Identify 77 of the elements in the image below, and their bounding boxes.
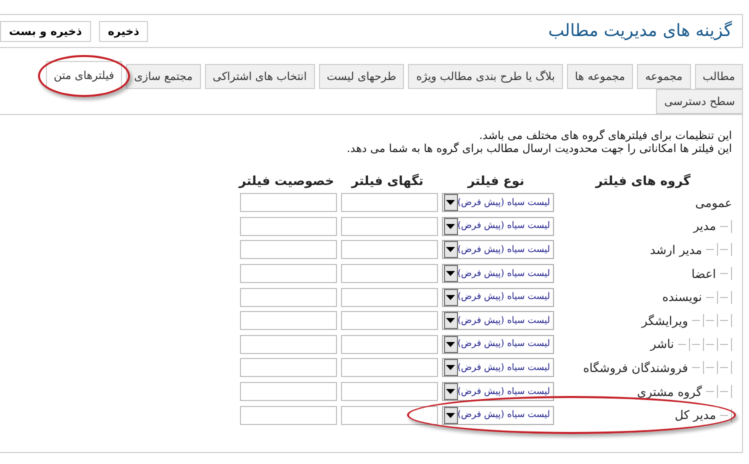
filter-type-dropdown[interactable]: لیست سیاه (پیش فرض) <box>442 311 554 330</box>
tree-connector-drawing <box>718 220 732 233</box>
tree-connector-drawing <box>690 314 732 328</box>
filter-type-dropdown[interactable]: لیست سیاه (پیش فرض) <box>442 334 554 354</box>
tab[interactable]: طرحهای لیست <box>318 64 404 89</box>
filter-type-dropdown[interactable]: لیست سیاه (پیش فرض) <box>442 264 554 284</box>
caret-icon <box>444 194 458 212</box>
filter-tags-field[interactable] <box>341 334 438 354</box>
group-name: نویسنده <box>662 290 702 304</box>
filter-type-dropdown[interactable]: لیست سیاه (پیش فرض) <box>442 406 554 425</box>
group-name: ویرایشگر <box>642 314 688 328</box>
filter-tags-field[interactable] <box>341 311 438 330</box>
tree-connector-drawing <box>718 267 732 280</box>
filter-type-dropdown[interactable]: لیست سیاه (پیش فرض) <box>442 382 554 402</box>
group-name: اعضا <box>691 266 716 281</box>
caret-icon <box>444 218 458 235</box>
tree-connector-drawing <box>690 361 732 374</box>
group-name: مدیر کل <box>674 408 716 422</box>
filter-tags-field[interactable] <box>341 240 438 260</box>
tab[interactable]: مجتمع سازی <box>126 64 201 89</box>
tree-connector-drawing <box>676 338 732 351</box>
filter-type-dropdown[interactable]: لیست سیاه (پیش فرض) <box>442 288 554 307</box>
filter-attributes-field[interactable] <box>240 193 337 212</box>
tab[interactable]: مجموعه <box>637 64 691 89</box>
filter-tags-field[interactable] <box>341 193 438 212</box>
filter-tags-field[interactable] <box>341 358 438 378</box>
caret-icon <box>444 265 458 282</box>
filter-attributes-field[interactable] <box>240 382 337 402</box>
caret-icon <box>444 288 458 306</box>
filter-tags-field[interactable] <box>341 216 438 236</box>
page-title: گزینه های مدیریت مطالب <box>548 21 732 41</box>
group-name: فروشندگان فروشگاه <box>583 360 688 375</box>
group-name: گروه مشتری <box>637 384 702 399</box>
filter-attributes-field[interactable] <box>240 358 337 378</box>
tree-connector-drawing <box>718 408 732 422</box>
group-name: ناشر <box>650 337 674 352</box>
tab[interactable]: بلاگ یا طرح بندی مطالب ویژه <box>408 64 563 89</box>
column-header: گروه های فیلتر <box>594 172 692 188</box>
caret-icon <box>444 406 458 424</box>
filter-attributes-field[interactable] <box>240 240 337 260</box>
tab[interactable]: انتخاب های اشتراکی <box>204 64 315 89</box>
filter-attributes-field[interactable] <box>240 406 337 425</box>
tree-connector-drawing <box>704 243 732 256</box>
toolbar-button[interactable]: ذخیره و بست <box>0 20 91 42</box>
caret-icon <box>444 241 458 258</box>
group-name: عمومی <box>695 196 732 210</box>
description-text: این تنظیمات برای فیلترهای گروه های مختلف می باشد. <box>478 129 732 142</box>
column-header: خصوصیت فیلتر <box>237 172 336 188</box>
filter-tags-field[interactable] <box>341 264 438 284</box>
filter-attributes-field[interactable] <box>240 216 337 236</box>
filter-attributes-field[interactable] <box>240 288 337 307</box>
caret-icon <box>444 359 458 376</box>
column-header: تگهای فیلتر <box>350 172 424 188</box>
caret-icon <box>444 383 458 400</box>
filter-tags-field[interactable] <box>341 382 438 402</box>
column-header: نوع فیلتر <box>466 172 526 188</box>
filter-attributes-field[interactable] <box>240 334 337 354</box>
caret-icon <box>444 336 458 353</box>
group-name: مدیر <box>693 219 716 234</box>
filter-type-dropdown[interactable]: لیست سیاه (پیش فرض) <box>442 216 554 236</box>
tree-connector-drawing <box>704 385 732 398</box>
filter-type-dropdown[interactable]: لیست سیاه (پیش فرض) <box>442 240 554 260</box>
filter-attributes-field[interactable] <box>240 311 337 330</box>
filter-tags-field[interactable] <box>341 406 438 425</box>
tab[interactable]: فیلترهای متن <box>46 61 122 89</box>
filter-type-dropdown[interactable]: لیست سیاه (پیش فرض) <box>442 358 554 378</box>
tab[interactable]: مجموعه ها <box>566 64 634 89</box>
filter-attributes-field[interactable] <box>240 264 337 284</box>
filter-tags-field[interactable] <box>341 288 438 307</box>
group-name: مدیر ارشد <box>650 242 702 257</box>
filter-type-dropdown[interactable]: لیست سیاه (پیش فرض) <box>442 193 554 212</box>
tree-connector-drawing <box>704 290 732 304</box>
tab[interactable]: مطالب <box>694 64 743 89</box>
tab[interactable]: سطح دسترسی <box>656 89 743 114</box>
toolbar-button[interactable]: ذخیره <box>98 20 148 42</box>
caret-icon <box>444 312 458 330</box>
description-text: این فیلتر ها امکاناتی را جهت محدودیت ارسال مطالب برای گروه ها به شما می دهد. <box>346 142 732 155</box>
